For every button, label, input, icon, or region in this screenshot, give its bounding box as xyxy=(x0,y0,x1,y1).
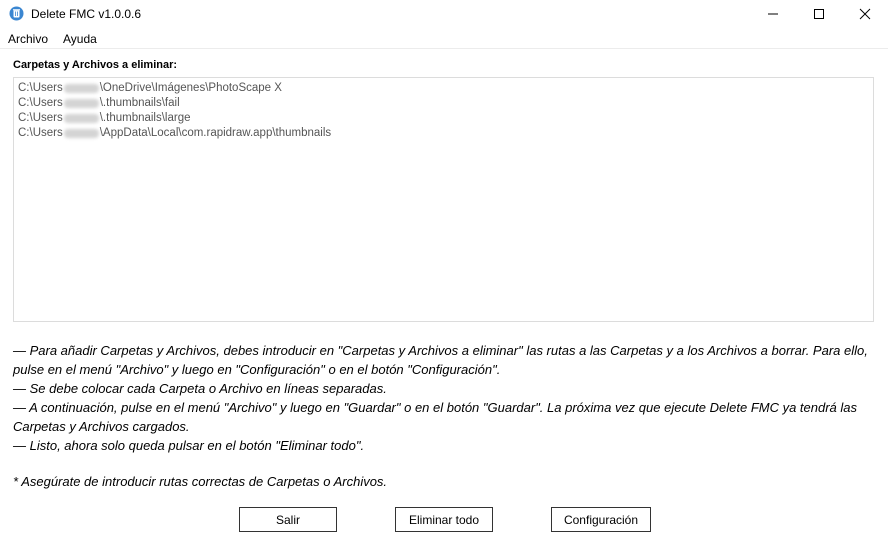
instruction-line: — A continuación, pulse en el menú "Arch… xyxy=(13,400,858,434)
instruction-line: — Para añadir Carpetas y Archivos, debes… xyxy=(13,343,868,377)
close-icon xyxy=(859,8,871,20)
redacted-username xyxy=(63,84,99,93)
path-suffix: \.thumbnails\large xyxy=(99,112,191,124)
redacted-username xyxy=(63,129,99,138)
close-button[interactable] xyxy=(842,0,888,28)
path-line: C:\Users \OneDrive\Imágenes\PhotoScape X xyxy=(18,81,869,96)
note-text: * Asegúrate de introducir rutas correcta… xyxy=(13,474,388,489)
app-icon xyxy=(9,6,24,21)
redacted-username xyxy=(63,114,99,123)
path-suffix: \AppData\Local\com.rapidraw.app\thumbnai… xyxy=(99,127,332,139)
paths-label: Carpetas y Archivos a eliminar: xyxy=(13,59,178,71)
path-suffix: \.thumbnails\fail xyxy=(99,97,180,109)
path-line: C:\Users \.thumbnails\fail xyxy=(18,96,869,111)
path-line: C:\Users \AppData\Local\com.rapidraw.app\… xyxy=(18,126,869,141)
maximize-icon xyxy=(814,9,824,19)
menu-bar: Archivo Ayuda xyxy=(0,29,888,49)
redacted-username xyxy=(63,99,99,108)
title-bar: Delete FMC v1.0.0.6 xyxy=(0,0,888,28)
configuracion-button[interactable]: Configuración xyxy=(551,507,651,532)
window-title: Delete FMC v1.0.0.6 xyxy=(31,7,142,21)
minimize-button[interactable] xyxy=(750,0,796,28)
path-prefix: C:\Users xyxy=(18,112,63,124)
paths-textarea[interactable]: C:\Users \OneDrive\Imágenes\PhotoScape X … xyxy=(13,77,874,322)
salir-button[interactable]: Salir xyxy=(239,507,337,532)
menu-archivo[interactable]: Archivo xyxy=(8,32,48,46)
maximize-button[interactable] xyxy=(796,0,842,28)
menu-ayuda[interactable]: Ayuda xyxy=(63,32,97,46)
instruction-line: — Listo, ahora solo queda pulsar en el b… xyxy=(13,438,365,453)
minimize-icon xyxy=(768,13,778,15)
path-line: C:\Users \.thumbnails\large xyxy=(18,111,869,126)
eliminar-todo-button[interactable]: Eliminar todo xyxy=(395,507,493,532)
instructions-text: — Para añadir Carpetas y Archivos, debes… xyxy=(13,341,875,455)
path-suffix: \OneDrive\Imágenes\PhotoScape X xyxy=(99,82,282,94)
instruction-line: — Se debe colocar cada Carpeta o Archivo… xyxy=(13,381,387,396)
path-prefix: C:\Users xyxy=(18,127,63,139)
path-prefix: C:\Users xyxy=(18,82,63,94)
path-prefix: C:\Users xyxy=(18,97,63,109)
